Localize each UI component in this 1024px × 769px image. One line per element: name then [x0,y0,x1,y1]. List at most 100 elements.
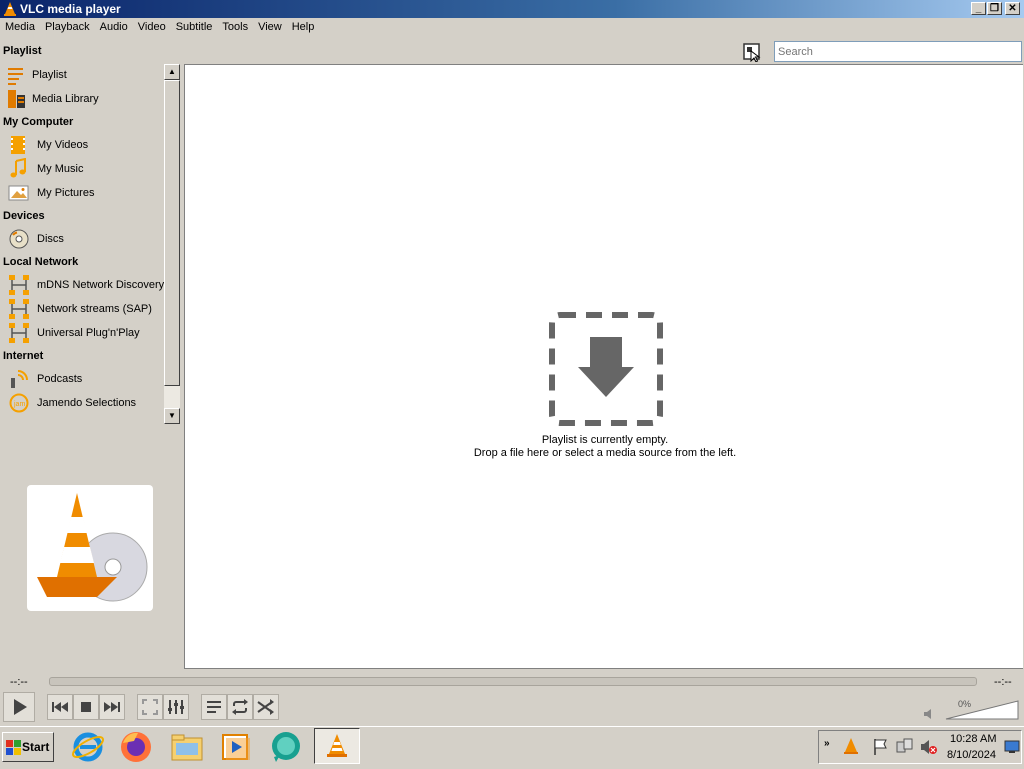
stop-button[interactable] [73,694,99,720]
restore-button[interactable]: ❐ [987,2,1002,15]
loop-icon [232,699,248,715]
sidebar-scrollbar[interactable]: ▲ ▼ [164,64,180,424]
section-my-computer: My Computer [3,116,74,128]
previous-button[interactable] [47,694,73,720]
title-bar[interactable]: VLC media player _ ❐ ✕ [0,0,1024,18]
taskbar-vlc-button[interactable] [314,728,360,764]
window-title: VLC media player [20,2,121,16]
svg-text:jam: jam [13,401,25,408]
menu-help[interactable]: Help [287,18,320,33]
search-field[interactable] [774,41,1022,62]
sidebar-item-discs[interactable]: Discs [8,228,166,250]
firefox-icon[interactable] [118,729,154,765]
film-icon [11,136,25,154]
tray-vlc-icon[interactable] [842,737,860,755]
sidebar-item-my-music[interactable]: My Music [8,158,166,180]
start-label: Start [22,740,50,754]
clock-time[interactable]: 10:28 AM [950,733,996,745]
menu-video[interactable]: Video [133,18,171,33]
podcast-icon [11,370,28,388]
sidebar-item-podcasts[interactable]: Podcasts [8,368,166,390]
album-art [27,485,153,611]
sidebar-item-mdns[interactable]: mDNS Network Discovery [8,274,166,296]
shuffle-button[interactable] [253,694,279,720]
total-time: --:-- [994,676,1012,688]
sidebar: Playlist Playlist Media Library My Compu… [0,40,180,426]
toggle-playlist-button[interactable] [201,694,227,720]
fullscreen-button[interactable] [137,694,163,720]
menu-tools[interactable]: Tools [217,18,253,33]
media-player-icon[interactable] [218,729,254,765]
menu-media[interactable]: Media [0,18,40,33]
vlc-cone-icon [327,734,347,757]
sidebar-item-label: Discs [37,233,64,245]
loop-button[interactable] [227,694,253,720]
fullscreen-icon [142,699,158,715]
minimize-button[interactable]: _ [971,2,986,15]
section-internet: Internet [3,350,44,362]
sidebar-item-my-videos[interactable]: My Videos [8,134,166,156]
playlist-view-toggle-button[interactable] [742,42,762,63]
volume-slider[interactable] [944,699,1020,721]
play-icon [14,699,27,715]
chat-app-icon[interactable] [268,729,304,765]
sidebar-item-label: Playlist [32,69,67,81]
windows-logo-icon [6,740,21,755]
media-library-icon [8,90,25,108]
scroll-up-arrow-icon[interactable]: ▲ [164,64,180,80]
menu-view[interactable]: View [253,18,287,33]
play-button[interactable] [3,692,35,722]
playlist-icon [8,68,23,85]
search-input[interactable] [775,42,1021,61]
internet-explorer-icon[interactable] [70,729,106,765]
sidebar-item-my-pictures[interactable]: My Pictures [8,182,166,204]
flag-icon[interactable] [872,738,890,756]
close-button[interactable]: ✕ [1005,2,1020,15]
menu-subtitle[interactable]: Subtitle [171,18,218,33]
stop-icon [81,702,91,712]
menu-audio[interactable]: Audio [95,18,133,33]
playlist-icon [207,701,221,713]
jamendo-icon: jam [9,393,29,413]
show-desktop-icon[interactable] [1004,740,1020,754]
sidebar-item-label: My Pictures [37,187,95,199]
vlc-cone-icon [4,2,16,16]
next-button[interactable] [99,694,125,720]
sidebar-item-playlist[interactable]: Playlist [8,64,166,86]
sidebar-item-sap[interactable]: Network streams (SAP) [8,298,166,320]
menu-playback[interactable]: Playback [40,18,95,33]
network-tray-icon[interactable] [896,738,914,756]
empty-line-1: Playlist is currently empty. [541,434,669,446]
sidebar-item-upnp[interactable]: Universal Plug'n'Play [8,322,166,344]
sidebar-item-label: Jamendo Selections [37,397,137,409]
previous-icon [52,702,68,712]
sidebar-item-jamendo[interactable]: jam Jamendo Selections [8,392,166,414]
scroll-down-arrow-icon[interactable]: ▼ [164,408,180,424]
sidebar-item-label: Network streams (SAP) [37,303,152,315]
picture-icon [8,185,29,201]
section-devices: Devices [3,210,45,222]
show-hidden-icons-chevron-icon[interactable]: » [824,738,830,749]
section-local-network: Local Network [3,256,79,268]
menu-bar: Media Playback Audio Video Subtitle Tools View… [0,18,1024,37]
elapsed-time: --:-- [10,676,28,688]
volume-muted-icon[interactable] [920,738,938,756]
network-icon [9,275,29,295]
next-icon [104,702,120,712]
view-mode-icon [743,43,761,63]
sidebar-item-label: My Music [37,163,84,175]
speaker-icon[interactable] [922,708,934,720]
start-button[interactable]: Start [2,732,54,762]
clock-date[interactable]: 8/10/2024 [947,749,996,761]
network-icon [9,299,29,319]
sidebar-item-label: Universal Plug'n'Play [37,327,140,339]
scroll-thumb[interactable] [164,80,180,386]
empty-playlist-message: Playlist is currently empty. Drop a file… [400,434,810,460]
music-note-icon [10,158,26,178]
file-explorer-icon[interactable] [169,729,205,765]
sidebar-item-media-library[interactable]: Media Library [8,88,166,110]
extended-settings-button[interactable] [163,694,189,720]
shuffle-icon [257,699,274,715]
seek-slider[interactable] [49,677,977,686]
drop-file-icon [549,312,663,426]
